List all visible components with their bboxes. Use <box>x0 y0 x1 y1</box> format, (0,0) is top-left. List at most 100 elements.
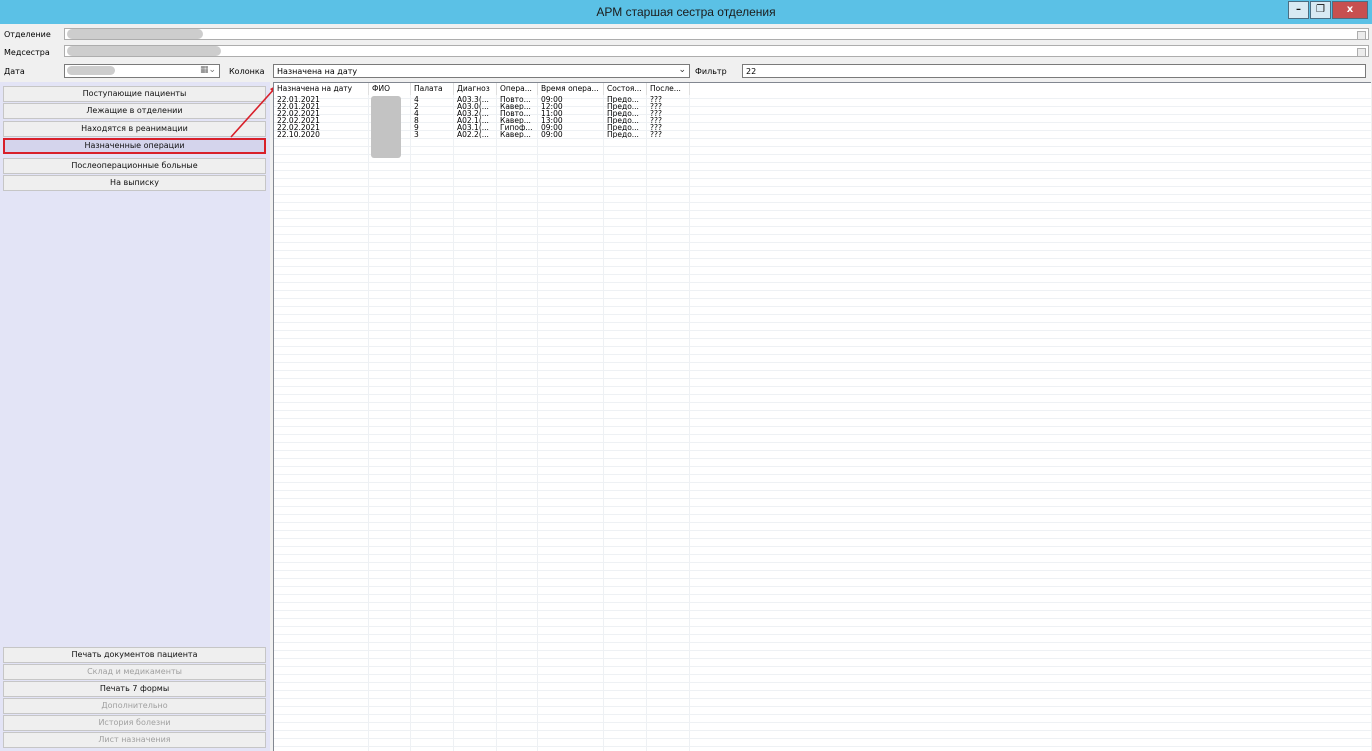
table-cell[interactable]: Кавер... <box>497 131 538 138</box>
table-cell[interactable]: 8 <box>411 117 454 124</box>
filter-row: Дата ▦⌄ Колонка Назначена на дату ⌄ Филь… <box>0 63 1372 79</box>
table-cell[interactable]: Предо... <box>604 110 647 117</box>
table-cell[interactable]: 09:00 <box>538 124 604 131</box>
nurse-browse-button[interactable] <box>1357 48 1366 57</box>
column-header[interactable]: Время опера... <box>538 83 604 95</box>
nav-button[interactable]: На выписку <box>3 175 266 191</box>
column-header[interactable]: Состоя... <box>604 83 647 95</box>
table-cell[interactable]: A02.2(... <box>454 131 497 138</box>
date-picker[interactable]: ▦⌄ <box>64 64 220 78</box>
column-header[interactable]: После... <box>647 83 690 95</box>
table-cell[interactable]: 3 <box>411 131 454 138</box>
table-cell[interactable]: 9 <box>411 124 454 131</box>
column-header[interactable]: ФИО <box>369 83 411 95</box>
nav-button[interactable]: Послеоперационные больные <box>3 158 266 174</box>
table-cell[interactable]: 09:00 <box>538 96 604 103</box>
window-title: АРМ старшая сестра отделения <box>596 5 776 19</box>
nav-bottom-button: История болезни <box>3 715 266 731</box>
filter-input-value: 22 <box>746 67 757 76</box>
nav-panel: Поступающие пациенты Лежащие в отделении Н… <box>0 82 270 751</box>
nav-bottom-button: Лист назначения <box>3 732 266 748</box>
table-cell[interactable]: Предо... <box>604 117 647 124</box>
nurse-label: Медсестра <box>4 48 50 57</box>
nav-button[interactable]: Назначенные операции <box>3 138 266 154</box>
table-cell[interactable]: Предо... <box>604 103 647 110</box>
table-cell[interactable]: A03.1(... <box>454 124 497 131</box>
table-header: Назначена на дату ФИО Палата Диагноз Опера..… <box>274 83 1371 95</box>
close-button[interactable]: x <box>1332 1 1368 19</box>
table-cell[interactable]: Кавер... <box>497 117 538 124</box>
filter-label: Фильтр <box>695 67 727 76</box>
column-header[interactable]: Палата <box>411 83 454 95</box>
table-cell[interactable]: 22.10.2020 <box>274 131 369 138</box>
table-cell[interactable]: A03.3(... <box>454 96 497 103</box>
nurse-row: Медсестра <box>0 44 1372 60</box>
table-cell[interactable]: 4 <box>411 110 454 117</box>
department-browse-button[interactable] <box>1357 31 1366 40</box>
table-cell[interactable]: Повто... <box>497 110 538 117</box>
grid-column-line <box>646 95 647 751</box>
table-cell[interactable]: ??? <box>647 96 690 103</box>
nav-button[interactable]: Находятся в реанимации <box>3 121 266 137</box>
grid-column-line <box>410 95 411 751</box>
table-cell[interactable]: A03.2(... <box>454 110 497 117</box>
nav-button[interactable]: Поступающие пациенты <box>3 86 266 102</box>
grid-column-line <box>603 95 604 751</box>
minimize-button[interactable]: – <box>1288 1 1309 19</box>
table-cell[interactable]: 13:00 <box>538 117 604 124</box>
nav-bottom-button[interactable]: Печать 7 формы <box>3 681 266 697</box>
operations-table[interactable]: Назначена на дату ФИО Палата Диагноз Опера..… <box>273 82 1371 751</box>
table-cell[interactable]: ??? <box>647 124 690 131</box>
column-header[interactable]: Опера... <box>497 83 538 95</box>
table-cell[interactable]: 22.01.2021 <box>274 96 369 103</box>
nav-bottom-button[interactable]: Печать документов пациента <box>3 647 266 663</box>
grid-column-line <box>368 95 369 751</box>
table-cell[interactable]: ??? <box>647 131 690 138</box>
date-label: Дата <box>4 67 25 76</box>
column-label: Колонка <box>229 67 265 76</box>
table-cell[interactable]: 11:00 <box>538 110 604 117</box>
table-cell[interactable]: Предо... <box>604 131 647 138</box>
chevron-down-icon[interactable]: ⌄ <box>678 65 686 75</box>
table-cell[interactable]: 22.01.2021 <box>274 103 369 110</box>
title-bar: АРМ старшая сестра отделения – ❐ x <box>0 0 1372 24</box>
table-cell[interactable]: 2 <box>411 103 454 110</box>
table-cell[interactable]: ??? <box>647 110 690 117</box>
nurse-field[interactable] <box>64 45 1369 57</box>
restore-button[interactable]: ❐ <box>1310 1 1331 19</box>
nav-bottom-button: Склад и медикаменты <box>3 664 266 680</box>
nav-bottom-button: Дополнительно <box>3 698 266 714</box>
column-header[interactable]: Диагноз <box>454 83 497 95</box>
table-cell[interactable]: A03.0(... <box>454 103 497 110</box>
department-field[interactable] <box>64 28 1369 40</box>
table-cell[interactable]: Кавер... <box>497 103 538 110</box>
column-select[interactable]: Назначена на дату ⌄ <box>273 64 690 78</box>
redacted-nurse <box>67 46 221 56</box>
department-label: Отделение <box>4 30 51 39</box>
table-cell[interactable]: Предо... <box>604 124 647 131</box>
column-header[interactable]: Назначена на дату <box>274 83 369 95</box>
table-cell[interactable]: 12:00 <box>538 103 604 110</box>
table-cell[interactable]: Предо... <box>604 96 647 103</box>
table-cell[interactable]: 22.02.2021 <box>274 110 369 117</box>
nav-button[interactable]: Лежащие в отделении <box>3 103 266 119</box>
redacted-date <box>67 66 115 75</box>
table-cell[interactable]: 22.02.2021 <box>274 117 369 124</box>
table-cell[interactable]: 4 <box>411 96 454 103</box>
table-cell[interactable]: ??? <box>647 117 690 124</box>
table-cell[interactable]: Повто... <box>497 96 538 103</box>
department-row: Отделение <box>0 26 1372 42</box>
table-cell[interactable]: Гипоф... <box>497 124 538 131</box>
table-cell[interactable]: ??? <box>647 103 690 110</box>
grid-column-line <box>453 95 454 751</box>
redacted-patient-names <box>371 96 401 158</box>
table-cell[interactable]: 09:00 <box>538 131 604 138</box>
filter-input[interactable]: 22 <box>742 64 1366 78</box>
grid-column-line <box>537 95 538 751</box>
table-cell[interactable]: A02.1(... <box>454 117 497 124</box>
table-cell[interactable]: 22.02.2021 <box>274 124 369 131</box>
grid-column-line <box>496 95 497 751</box>
window-controls: – ❐ x <box>1287 1 1368 19</box>
column-select-value: Назначена на дату <box>277 67 358 76</box>
calendar-icon[interactable]: ▦⌄ <box>200 65 216 75</box>
